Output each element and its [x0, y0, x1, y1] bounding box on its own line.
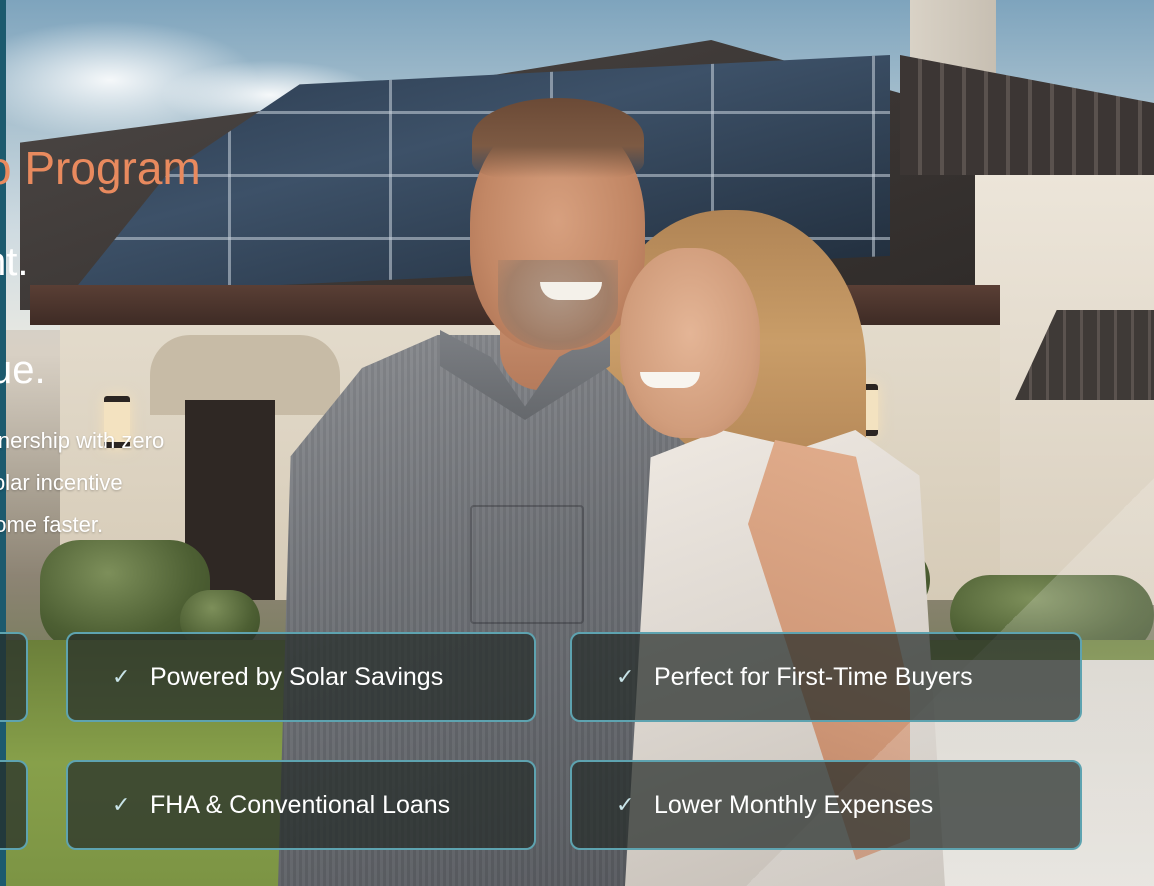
feature-label: Lower Monthly Expenses: [654, 790, 934, 819]
feature-label: Perfect for First-Time Buyers: [654, 662, 973, 691]
headline-line-2: nt.: [0, 240, 29, 284]
feature-label: FHA & Conventional Loans: [150, 790, 451, 819]
man-beard: [498, 260, 618, 350]
checkmark-icon: ✓: [112, 664, 131, 689]
description-line: wnership with zero: [0, 428, 165, 453]
headline-line-3: ue.: [0, 348, 46, 392]
man-hair: [472, 98, 644, 178]
hero-description: wnership with zero solar incentive home …: [0, 420, 382, 546]
description-line: home faster.: [0, 512, 104, 537]
feature-card-partial: [0, 760, 28, 850]
hero-section: o Program nt. ue. wnership with zero sol…: [0, 0, 1154, 886]
feature-card-partial: [0, 632, 28, 722]
feature-card-solar-savings: ✓ Powered by Solar Savings: [66, 632, 536, 722]
woman-face: [620, 248, 760, 438]
feature-card-monthly-expenses: ✓ Lower Monthly Expenses: [570, 760, 1082, 850]
program-heading: o Program: [0, 142, 201, 194]
description-line: solar incentive: [0, 470, 123, 495]
shirt-pocket: [470, 505, 584, 624]
feature-label: Powered by Solar Savings: [150, 662, 444, 691]
checkmark-icon: ✓: [616, 792, 635, 817]
woman-smile: [640, 372, 700, 388]
man-smile: [540, 282, 602, 300]
checkmark-icon: ✓: [616, 664, 635, 689]
feature-card-first-time-buyers: ✓ Perfect for First-Time Buyers: [570, 632, 1082, 722]
checkmark-icon: ✓: [112, 792, 131, 817]
feature-card-loans: ✓ FHA & Conventional Loans: [66, 760, 536, 850]
